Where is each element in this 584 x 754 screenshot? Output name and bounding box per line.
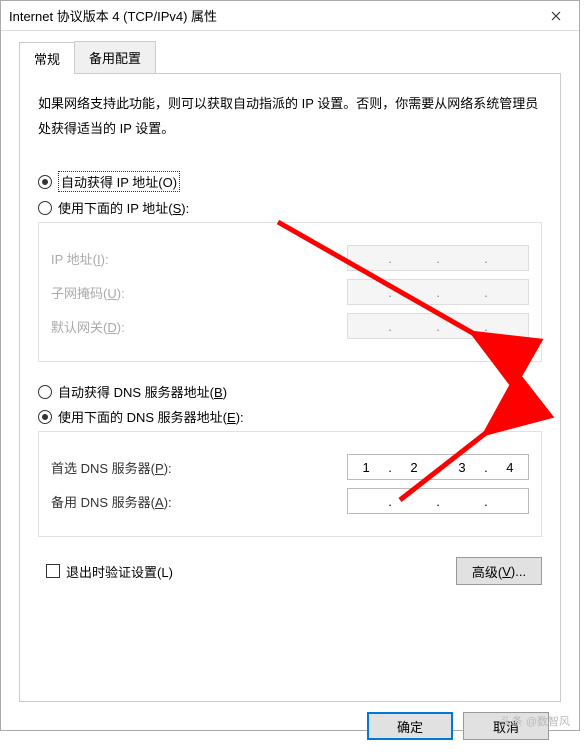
alt-dns-row: 备用 DNS 服务器(A): ... — [51, 488, 529, 514]
tab-alternate[interactable]: 备用配置 — [74, 41, 156, 73]
validate-checkbox-label: 退出时验证设置(L) — [66, 562, 173, 581]
pref-dns-row: 首选 DNS 服务器(P): 1.2.3.4 — [51, 454, 529, 480]
radio-ip-auto-row[interactable]: 自动获得 IP 地址(O) — [38, 171, 542, 192]
tab-panel: 如果网络支持此功能，则可以获取自动指派的 IP 设置。否则，你需要从网络系统管理… — [19, 74, 561, 702]
watermark-text: 头条 @数智风 — [501, 713, 570, 729]
ip-address-label: IP 地址(I): — [51, 249, 109, 268]
radio-dns-manual-label: 使用下面的 DNS 服务器地址(E): — [58, 407, 244, 426]
radio-dns-auto-row[interactable]: 自动获得 DNS 服务器地址(B) — [38, 382, 542, 401]
ip-group: IP 地址(I): ... 子网掩码(U): ... 默认网关(D): ... — [38, 222, 542, 362]
tab-strip: 常规 备用配置 — [19, 41, 561, 74]
gateway-label: 默认网关(D): — [51, 317, 125, 336]
radio-ip-manual[interactable] — [38, 201, 52, 215]
radio-ip-auto-label: 自动获得 IP 地址(O) — [58, 171, 180, 192]
alt-dns-label: 备用 DNS 服务器(A): — [51, 492, 172, 511]
ok-button[interactable]: 确定 — [367, 712, 453, 740]
dialog-button-row: 确定 取消 — [19, 702, 561, 740]
close-button[interactable] — [533, 1, 579, 31]
title-bar: Internet 协议版本 4 (TCP/IPv4) 属性 — [1, 1, 579, 31]
validate-checkbox-row[interactable]: 退出时验证设置(L) — [46, 562, 173, 581]
ip-address-row: IP 地址(I): ... — [51, 245, 529, 271]
ip-address-input: ... — [347, 245, 529, 271]
radio-dns-auto[interactable] — [38, 385, 52, 399]
alt-dns-input[interactable]: ... — [347, 488, 529, 514]
subnet-mask-row: 子网掩码(U): ... — [51, 279, 529, 305]
subnet-mask-label: 子网掩码(U): — [51, 283, 125, 302]
gateway-input: ... — [347, 313, 529, 339]
pref-dns-label: 首选 DNS 服务器(P): — [51, 458, 172, 477]
client-area: 常规 备用配置 如果网络支持此功能，则可以获取自动指派的 IP 设置。否则，你需… — [1, 31, 579, 754]
pref-dns-input[interactable]: 1.2.3.4 — [347, 454, 529, 480]
validate-checkbox[interactable] — [46, 564, 60, 578]
radio-ip-auto[interactable] — [38, 175, 52, 189]
radio-ip-manual-label: 使用下面的 IP 地址(S): — [58, 198, 189, 217]
advanced-button[interactable]: 高级(V)... — [456, 557, 542, 585]
subnet-mask-input: ... — [347, 279, 529, 305]
description-text: 如果网络支持此功能，则可以获取自动指派的 IP 设置。否则，你需要从网络系统管理… — [38, 92, 542, 141]
close-icon — [551, 11, 561, 21]
radio-dns-manual[interactable] — [38, 410, 52, 424]
tab-general[interactable]: 常规 — [19, 42, 75, 74]
window-title: Internet 协议版本 4 (TCP/IPv4) 属性 — [9, 6, 217, 25]
dialog-window: Internet 协议版本 4 (TCP/IPv4) 属性 常规 备用配置 如果… — [0, 0, 580, 731]
radio-dns-auto-label: 自动获得 DNS 服务器地址(B) — [58, 382, 227, 401]
gateway-row: 默认网关(D): ... — [51, 313, 529, 339]
dns-group: 首选 DNS 服务器(P): 1.2.3.4 备用 DNS 服务器(A): ..… — [38, 431, 542, 537]
radio-dns-manual-row[interactable]: 使用下面的 DNS 服务器地址(E): — [38, 407, 542, 426]
radio-ip-manual-row[interactable]: 使用下面的 IP 地址(S): — [38, 198, 542, 217]
